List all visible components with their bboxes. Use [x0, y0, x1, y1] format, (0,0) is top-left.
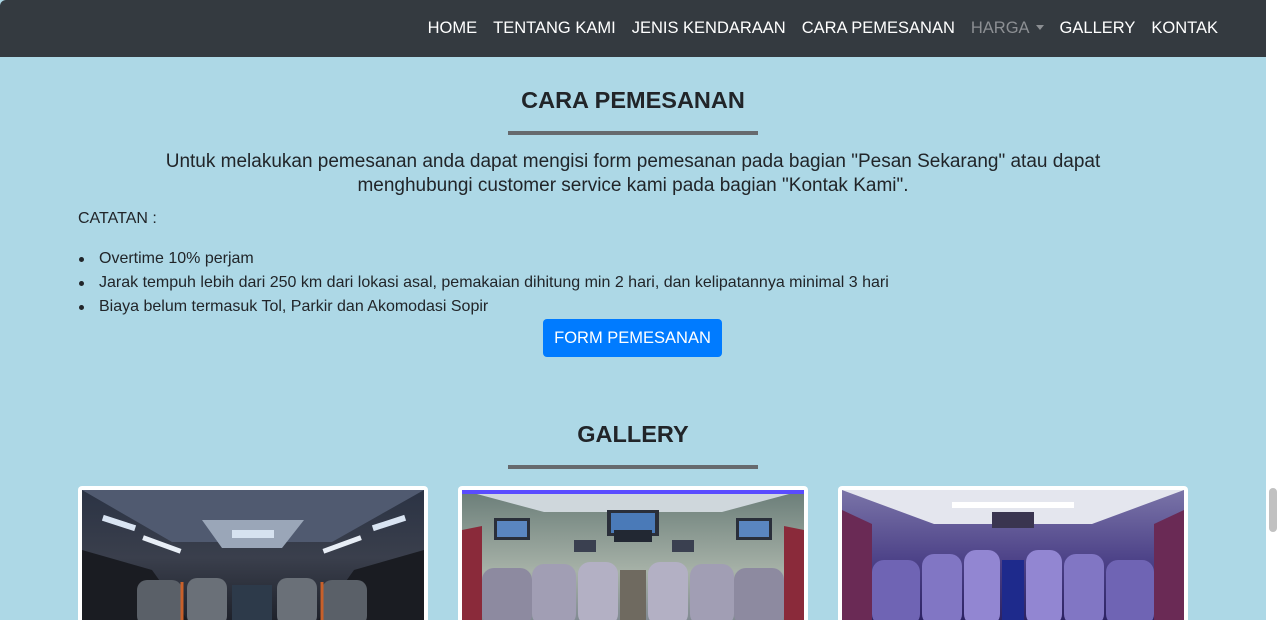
list-item: Biaya belum termasuk Tol, Parkir dan Ako… [78, 295, 889, 319]
nav-kontak[interactable]: KONTAK [1143, 19, 1226, 38]
bus-interior-photo-2 [462, 490, 804, 620]
nav-cara-pemesanan[interactable]: CARA PEMESANAN [794, 19, 963, 38]
notes-list: Overtime 10% perjam Jarak tempuh lebih d… [78, 247, 889, 319]
gallery-card[interactable] [78, 486, 428, 620]
gallery-card[interactable] [458, 486, 808, 620]
cara-pemesanan-title: CARA PEMESANAN [521, 87, 745, 113]
form-pemesanan-button[interactable]: FORM PEMESANAN [543, 319, 722, 357]
scrollbar-thumb[interactable] [1269, 488, 1277, 532]
nav-tentang-kami[interactable]: TENTANG KAMI [485, 19, 624, 38]
top-navbar: HOME TENTANG KAMI JENIS KENDARAAN CARA P… [0, 0, 1266, 57]
title-underline [508, 131, 758, 135]
nav-harga-label: HARGA [970, 19, 1030, 37]
chevron-down-icon [1035, 25, 1044, 30]
list-item: Jarak tempuh lebih dari 250 km dari loka… [78, 271, 889, 295]
nav-harga-dropdown[interactable]: HARGA [963, 19, 1052, 38]
nav-gallery[interactable]: GALLERY [1052, 19, 1144, 38]
catatan-label: CATATAN : [78, 210, 157, 227]
page-scrollbar[interactable] [1266, 0, 1280, 620]
gallery-card[interactable] [838, 486, 1188, 620]
nav-home[interactable]: HOME [420, 19, 486, 38]
list-item: Overtime 10% perjam [78, 247, 889, 271]
bus-interior-photo-3 [842, 490, 1184, 620]
title-underline [508, 465, 758, 469]
gallery-title: GALLERY [577, 421, 689, 447]
intro-text: Untuk melakukan pemesanan anda dapat men… [165, 151, 1101, 196]
bus-interior-photo-1 [82, 490, 424, 620]
nav-jenis-kendaraan[interactable]: JENIS KENDARAAN [624, 19, 794, 38]
